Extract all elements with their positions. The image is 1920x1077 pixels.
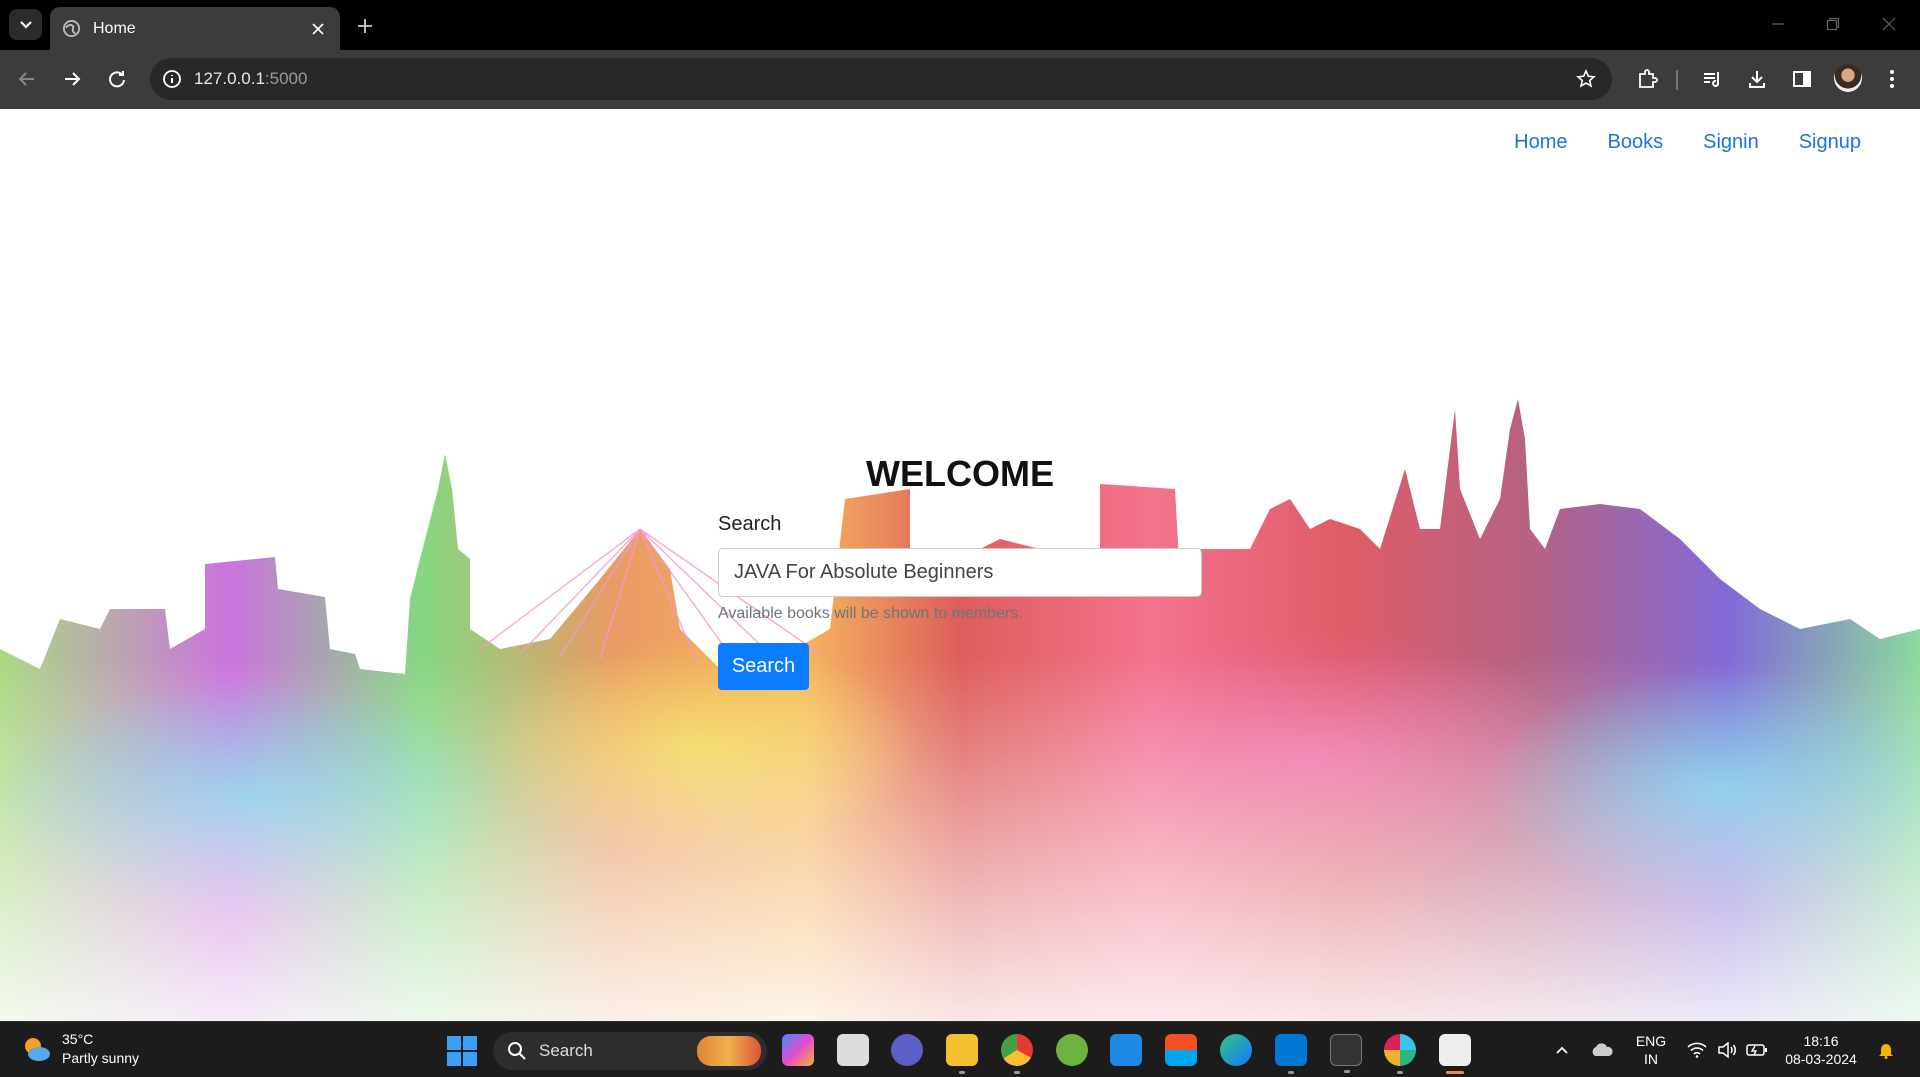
search-help-text: Available books will be shown to members… — [718, 605, 1023, 622]
windows-taskbar: 35°C Partly sunny Search ENG IN 18:16 08… — [0, 1021, 1920, 1077]
side-panel-icon[interactable] — [1787, 64, 1817, 94]
back-button[interactable] — [12, 64, 42, 94]
arrow-left-icon — [18, 72, 34, 86]
windows-logo-tile — [447, 1052, 461, 1066]
arrow-right-icon — [65, 72, 81, 86]
restore-button[interactable] — [1821, 12, 1845, 36]
windows-logo-tile — [447, 1036, 461, 1050]
search-form: WELCOME Search Available books will be s… — [718, 453, 1202, 690]
running-indicator — [1014, 1071, 1020, 1074]
new-tab-button[interactable] — [352, 13, 378, 39]
onedrive-cloud-icon[interactable] — [1588, 1022, 1616, 1077]
running-indicator — [959, 1071, 965, 1074]
search-input[interactable] — [718, 548, 1202, 597]
edge-icon[interactable] — [1220, 1034, 1252, 1066]
taskbar-search-placeholder: Search — [539, 1041, 593, 1060]
toolbar-divider — [1676, 70, 1678, 90]
spring-tools-icon[interactable] — [1056, 1034, 1088, 1066]
weather-temperature: 35°C — [62, 1031, 94, 1047]
media-control-icon[interactable] — [1697, 64, 1727, 94]
windows-logo-tile — [463, 1052, 477, 1066]
task-view-icon[interactable] — [837, 1034, 869, 1066]
info-icon — [163, 70, 181, 88]
plus-icon — [358, 19, 372, 33]
running-indicator — [1288, 1071, 1294, 1074]
forward-button[interactable] — [57, 64, 87, 94]
terminal-icon[interactable] — [1330, 1034, 1362, 1073]
nav-signin-link[interactable]: Signin — [1703, 131, 1759, 154]
language-indicator[interactable]: ENG IN — [1628, 1022, 1674, 1077]
close-window-button[interactable] — [1877, 12, 1901, 36]
battery-icon[interactable] — [1744, 1022, 1770, 1077]
bookmark-star-icon[interactable] — [1574, 67, 1598, 91]
url-text: 127.0.0.1:5000 — [194, 69, 307, 89]
microsoft-store-icon[interactable] — [1165, 1034, 1197, 1066]
wifi-icon[interactable] — [1684, 1022, 1710, 1077]
nav-signup-link[interactable]: Signup — [1799, 131, 1861, 154]
url-host: 127.0.0.1 — [194, 69, 265, 88]
close-tab-icon[interactable] — [308, 19, 328, 39]
clock[interactable]: 18:16 08-03-2024 — [1776, 1022, 1866, 1077]
browser-tab-home[interactable]: Home — [50, 7, 340, 50]
weather-widget[interactable]: 35°C Partly sunny — [20, 1030, 139, 1068]
clock-time: 18:16 — [1803, 1033, 1839, 1049]
extensions-icon[interactable] — [1632, 64, 1662, 94]
tab-strip: Home — [0, 0, 1920, 50]
browser-toolbar: 127.0.0.1:5000 — [0, 50, 1920, 109]
taskbar-search-box[interactable]: Search — [493, 1032, 767, 1070]
web-page: Home Books Signin Signup WELCOME Search … — [0, 109, 1920, 1021]
profile-avatar[interactable] — [1834, 64, 1862, 92]
language-code: ENG — [1635, 1033, 1667, 1049]
minimize-icon — [1772, 23, 1784, 25]
clock-date: 08-03-2024 — [1785, 1051, 1857, 1067]
start-button[interactable] — [447, 1036, 477, 1066]
store-app-icon[interactable] — [1110, 1034, 1142, 1066]
region-code: IN — [1644, 1051, 1658, 1067]
search-highlight-image — [697, 1036, 761, 1066]
nav-home-link[interactable]: Home — [1514, 131, 1567, 154]
tab-title: Home — [93, 19, 136, 37]
file-explorer-icon[interactable] — [946, 1034, 978, 1074]
main-nav: Home Books Signin Signup — [1514, 131, 1861, 154]
slack-icon[interactable] — [1384, 1034, 1416, 1074]
tab-search-button[interactable] — [9, 9, 42, 40]
chrome-icon[interactable] — [1001, 1034, 1033, 1074]
download-icon[interactable] — [1742, 64, 1772, 94]
browser-menu-icon[interactable] — [1877, 64, 1907, 94]
notification-bell-icon[interactable] — [1874, 1022, 1898, 1077]
nav-books-link[interactable]: Books — [1608, 131, 1664, 154]
running-indicator — [1397, 1071, 1403, 1074]
page-title: WELCOME — [866, 453, 1054, 494]
running-indicator — [1344, 1070, 1350, 1073]
windows-logo-tile — [463, 1036, 477, 1050]
url-port: :5000 — [264, 69, 308, 88]
minimize-button[interactable] — [1766, 12, 1790, 36]
partly-sunny-icon — [25, 1038, 50, 1061]
globe-icon — [62, 19, 81, 38]
show-hidden-icons-chevron-icon[interactable] — [1550, 1022, 1574, 1077]
reload-button[interactable] — [102, 64, 132, 94]
reload-icon — [109, 71, 125, 88]
restore-icon — [1826, 17, 1840, 31]
active-indicator — [1446, 1071, 1464, 1074]
vscode-icon[interactable] — [1275, 1034, 1307, 1074]
copilot-icon[interactable] — [782, 1034, 814, 1066]
search-icon — [508, 1042, 526, 1060]
search-button[interactable]: Search — [718, 643, 809, 690]
teams-icon[interactable] — [891, 1034, 923, 1066]
close-icon — [1882, 17, 1896, 31]
volume-icon[interactable] — [1714, 1022, 1740, 1077]
address-bar[interactable]: 127.0.0.1:5000 — [150, 58, 1612, 100]
search-label: Search — [718, 513, 782, 535]
snipping-tool-icon[interactable] — [1439, 1034, 1471, 1074]
chevron-down-icon — [19, 20, 32, 29]
weather-description: Partly sunny — [62, 1050, 140, 1066]
